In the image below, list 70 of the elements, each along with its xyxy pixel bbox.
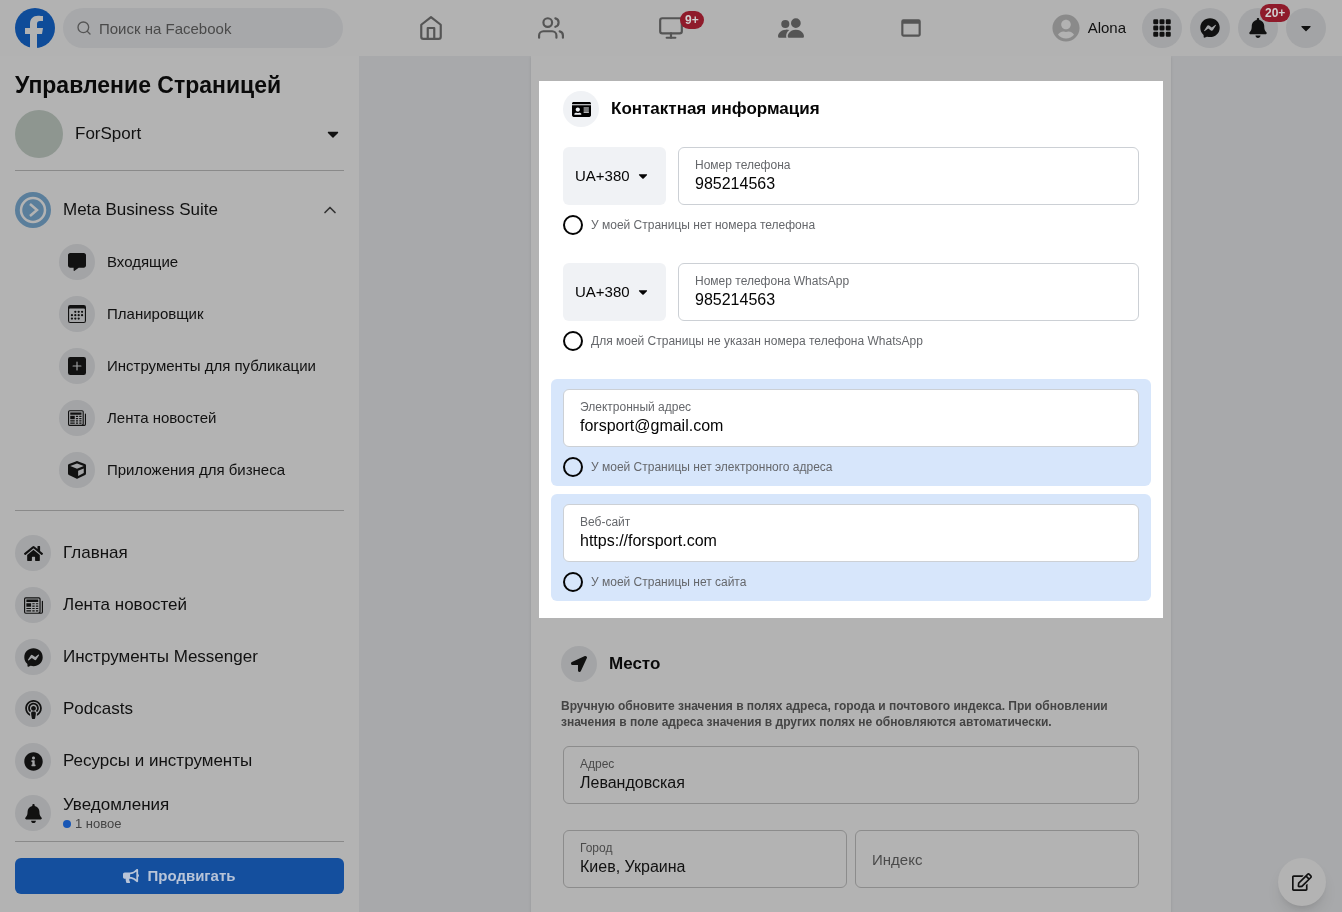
input-field[interactable]: Электронный адрес forsport@gmail.com	[563, 389, 1139, 447]
newspaper-icon	[59, 400, 95, 436]
video-icon	[658, 15, 684, 41]
facebook-logo[interactable]	[15, 8, 55, 48]
sidebar-item[interactable]: Уведомления 1 новое	[15, 787, 344, 839]
option-label: У моей Страницы нет сайта	[591, 574, 747, 591]
messenger-button[interactable]	[1190, 8, 1230, 48]
menu-button[interactable]	[1142, 8, 1182, 48]
section-description: Вручную обновите значения в полях адреса, города и почтового индекса. При обновлении значения в поле адреса значения в других полях не обновляются автоматически.	[561, 698, 1109, 730]
country-code-select[interactable]: UA+380	[563, 263, 666, 321]
sidebar-item[interactable]: Входящие	[15, 236, 344, 288]
radio-button[interactable]	[563, 331, 583, 351]
megaphone-icon	[123, 868, 140, 884]
sidebar-item[interactable]: Лента новостей	[15, 579, 344, 631]
nav-tab[interactable]: 9+	[611, 0, 731, 56]
promote-button[interactable]: Продвигать	[15, 858, 344, 894]
account-button[interactable]	[1286, 8, 1326, 48]
contact-card-icon	[563, 91, 599, 127]
sidebar-item[interactable]: Podcasts	[15, 683, 344, 735]
option-label: У моей Страницы нет номера телефона	[591, 217, 816, 234]
groups-icon	[778, 15, 804, 41]
radio-button[interactable]	[563, 215, 583, 235]
sidebar-item[interactable]: Ресурсы и инструменты	[15, 735, 344, 787]
input-field[interactable]: Индекс	[855, 830, 1139, 888]
sidebar-item[interactable]: Инструменты Messenger	[15, 631, 344, 683]
input-field[interactable]: Номер телефона WhatsApp 985214563	[678, 263, 1139, 321]
house-icon	[15, 535, 51, 571]
page-switcher[interactable]: ForSport	[15, 106, 344, 162]
grid-icon	[1152, 18, 1172, 38]
avatar-icon	[1051, 14, 1080, 42]
section-title: Контактная информация	[611, 98, 820, 121]
sidebar-item[interactable]: Инструменты для публикации	[15, 340, 344, 392]
input-field[interactable]: Номер телефона 985214563	[678, 147, 1139, 205]
search-icon	[76, 20, 92, 36]
option-label: У моей Страницы нет электронного адреса	[591, 459, 833, 476]
search-field[interactable]: Поиск на Facebook	[63, 8, 343, 48]
bell-icon	[1248, 18, 1268, 38]
input-field[interactable]: Город Киев, Украина	[563, 830, 847, 888]
messenger-icon	[1200, 18, 1220, 38]
section-title: Место	[609, 653, 661, 676]
podcast-icon	[15, 691, 51, 727]
count-badge: 9+	[680, 11, 704, 29]
input-field[interactable]: Веб-сайт https://forsport.com	[563, 504, 1139, 562]
sidebar-item[interactable]: Приложения для бизнеса	[15, 444, 344, 496]
country-code-select[interactable]: UA+380	[563, 147, 666, 205]
radio-button[interactable]	[563, 572, 583, 592]
edit-icon	[1292, 872, 1312, 892]
profile-chip[interactable]: Alona	[1051, 10, 1134, 46]
calendar-icon	[59, 296, 95, 332]
home-icon	[418, 15, 444, 41]
count-badge: 20+	[1260, 4, 1291, 22]
newspaper-icon	[15, 587, 51, 623]
compose-button[interactable]	[1278, 858, 1326, 906]
plus-list-icon	[59, 348, 95, 384]
info-icon	[15, 743, 51, 779]
input-field[interactable]: Адрес Левандовская	[563, 746, 1139, 804]
messenger-icon	[15, 639, 51, 675]
option-label: Для моей Страницы не указан номера телефона WhatsApp	[591, 333, 923, 350]
sidebar-item[interactable]: Главная	[15, 527, 344, 579]
sidebar-item[interactable]: Планировщик	[15, 288, 344, 340]
sidebar-item[interactable]: Лента новостей	[15, 392, 344, 444]
suite-toggle[interactable]: Meta Business Suite	[15, 189, 344, 231]
friends-icon	[538, 15, 564, 41]
bell-icon	[15, 795, 51, 831]
page-avatar	[15, 110, 63, 158]
speech-bubble-icon	[59, 244, 95, 280]
suite-logo-icon	[15, 192, 51, 228]
cube-icon	[59, 452, 95, 488]
radio-button[interactable]	[563, 457, 583, 477]
page-title: Управление Страницей	[15, 71, 283, 100]
